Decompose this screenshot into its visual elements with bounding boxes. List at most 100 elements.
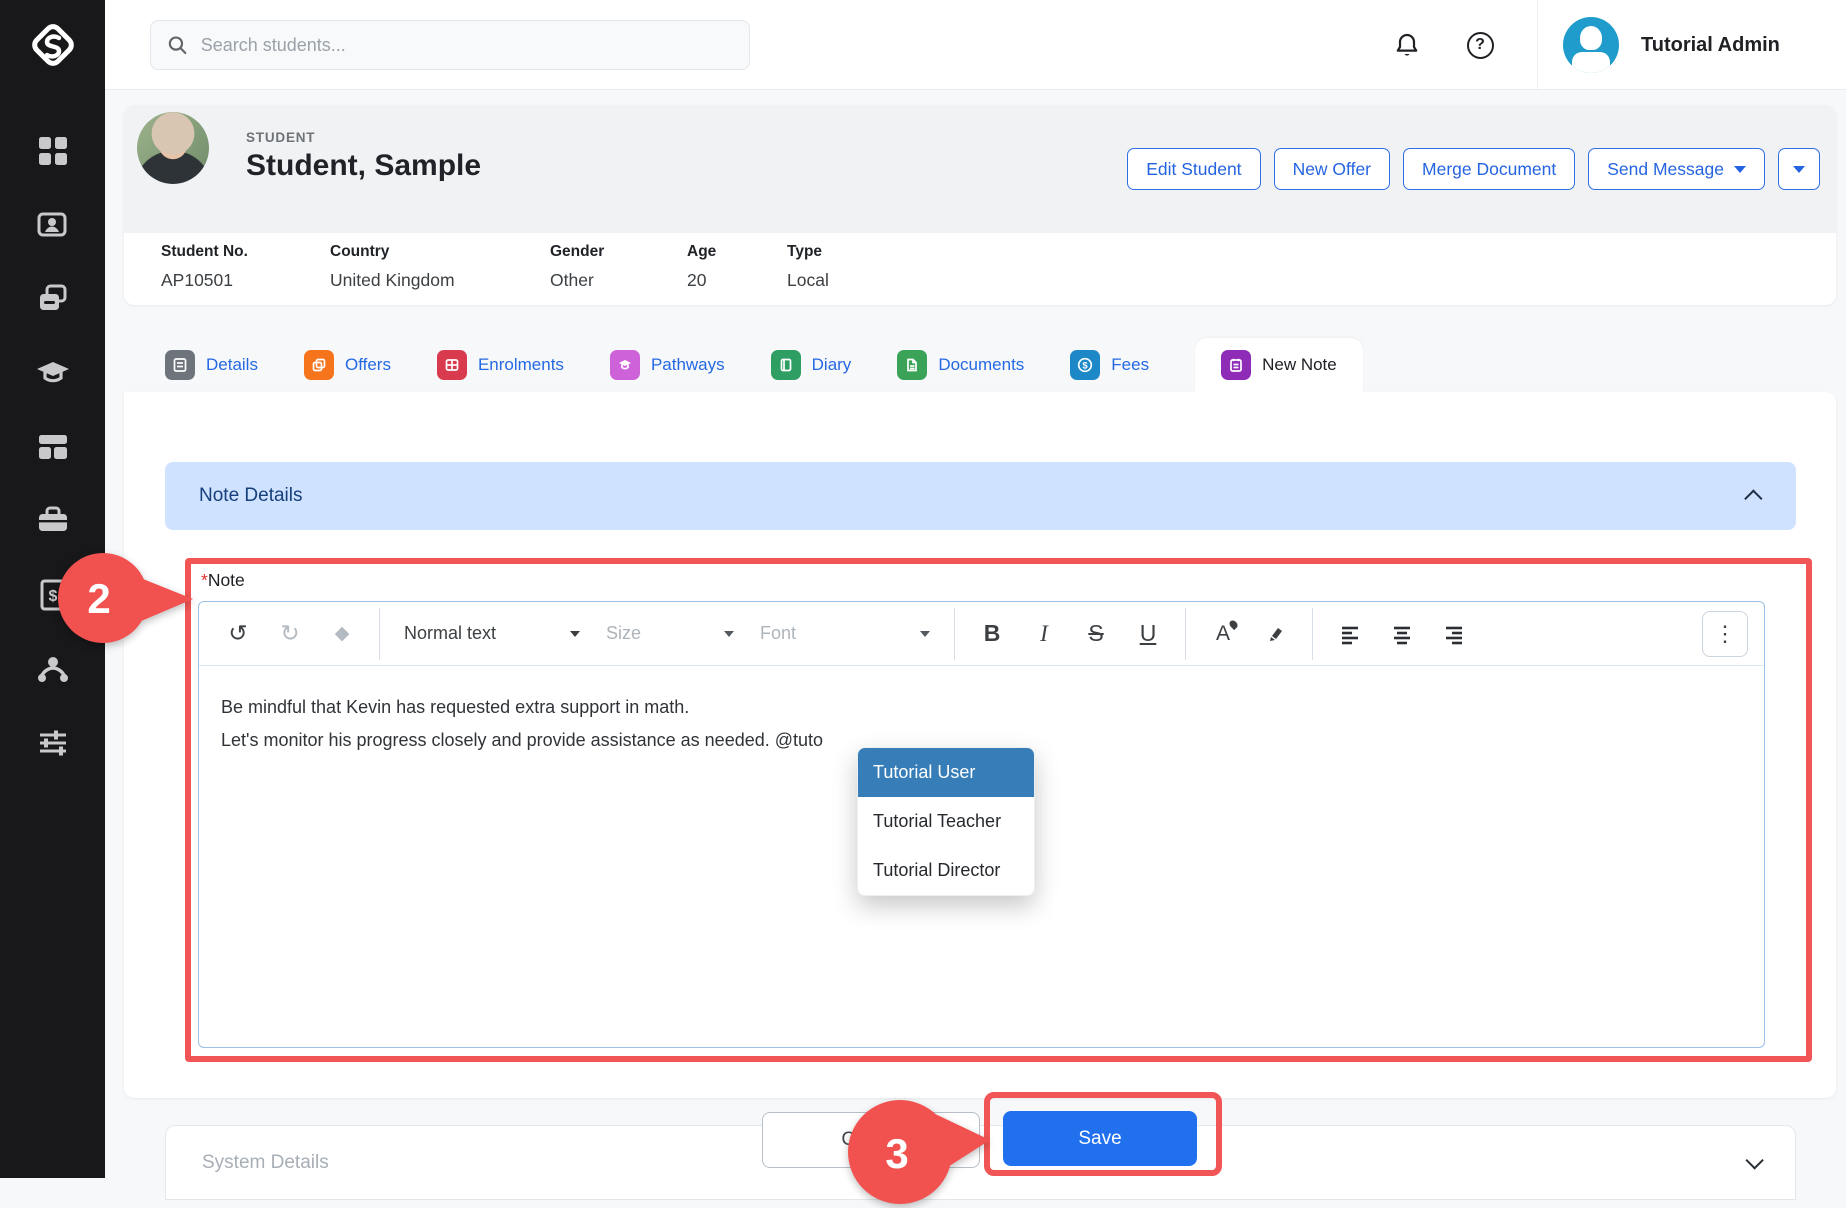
agents-network-icon	[33, 649, 73, 689]
mention-option-tutorial-director[interactable]: Tutorial Director	[858, 846, 1034, 895]
student-info-row: Student No. AP10501 Country United Kingd…	[124, 233, 1836, 305]
user-name: Tutorial Admin	[1641, 34, 1780, 57]
undo-button[interactable]: ↺	[215, 611, 261, 657]
underline-button[interactable]: U	[1125, 611, 1171, 657]
briefcase-icon	[34, 502, 72, 540]
help-button[interactable]: ?	[1463, 28, 1497, 62]
strikethrough-button[interactable]: S	[1073, 611, 1119, 657]
student-card-icon	[34, 206, 72, 244]
notifications-button[interactable]	[1390, 28, 1424, 62]
system-details-title: System Details	[202, 1152, 329, 1174]
note-field-label: *Note	[201, 570, 245, 591]
student-band: STUDENT Student, Sample Edit Student New…	[124, 105, 1836, 233]
sidebar-item-services[interactable]	[0, 484, 105, 558]
tab-label: Enrolments	[478, 355, 564, 375]
bold-button[interactable]: B	[969, 611, 1015, 657]
undo-icon: ↺	[228, 620, 247, 647]
align-center-icon	[1391, 623, 1413, 645]
search-input[interactable]	[201, 35, 733, 56]
edit-student-button[interactable]: Edit Student	[1127, 148, 1260, 190]
student-type-label: STUDENT	[246, 130, 315, 145]
tab-enrolments[interactable]: Enrolments	[437, 338, 564, 392]
send-message-button[interactable]: Send Message	[1588, 148, 1765, 190]
sidebar-item-courses[interactable]	[0, 336, 105, 410]
merge-document-button[interactable]: Merge Document	[1403, 148, 1575, 190]
align-center-button[interactable]	[1379, 611, 1425, 657]
chevron-down-icon	[920, 631, 930, 637]
tab-label: New Note	[1262, 355, 1337, 375]
fees-dollar-icon: $	[1070, 350, 1100, 380]
sidebar-item-boards[interactable]	[0, 410, 105, 484]
chevron-up-icon[interactable]	[1744, 489, 1762, 507]
pathways-cap-icon	[610, 350, 640, 380]
font-family-value: Font	[760, 623, 796, 644]
italic-button[interactable]: I	[1021, 611, 1067, 657]
mention-option-tutorial-user[interactable]: Tutorial User	[858, 748, 1034, 797]
mention-option-label: Tutorial User	[873, 762, 975, 783]
copy-pages-icon	[34, 280, 72, 318]
new-note-icon	[1221, 350, 1251, 380]
required-asterisk: *	[201, 570, 208, 590]
tab-pathways[interactable]: Pathways	[610, 338, 725, 392]
chevron-down-icon	[570, 631, 580, 637]
paragraph-style-select[interactable]: Normal text	[394, 611, 590, 657]
font-color-button[interactable]: A	[1200, 611, 1246, 657]
tab-details[interactable]: Details	[165, 338, 258, 392]
kebab-icon: ⋮	[1714, 621, 1736, 647]
mention-option-label: Tutorial Director	[873, 860, 1000, 881]
tab-new-note[interactable]: New Note	[1195, 338, 1363, 392]
align-left-button[interactable]	[1327, 611, 1373, 657]
redo-button[interactable]: ↻	[267, 611, 313, 657]
note-label-text: Note	[208, 570, 245, 590]
search-box[interactable]	[150, 20, 750, 70]
info-value: AP10501	[161, 270, 248, 291]
sidebar-item-invoices[interactable]: $	[0, 558, 105, 632]
sliders-icon	[34, 724, 72, 762]
info-label: Country	[330, 243, 455, 261]
new-offer-button[interactable]: New Offer	[1274, 148, 1390, 190]
student-header-card: STUDENT Student, Sample Edit Student New…	[124, 105, 1836, 305]
sidebar-item-dashboard[interactable]	[0, 114, 105, 188]
chevron-down-icon[interactable]	[1745, 1151, 1763, 1169]
system-details-header[interactable]: System Details	[165, 1125, 1796, 1200]
toolbar-more-button[interactable]: ⋮	[1702, 611, 1748, 657]
top-header: ? Tutorial Admin	[105, 0, 1846, 90]
toolbar-divider	[1312, 608, 1313, 660]
redo-icon: ↻	[280, 620, 299, 647]
header-divider	[1537, 0, 1538, 90]
info-value: United Kingdom	[330, 270, 455, 291]
tab-label: Documents	[938, 355, 1024, 375]
bold-icon: B	[984, 620, 1001, 647]
note-details-title: Note Details	[199, 485, 303, 507]
highlight-button[interactable]	[1252, 611, 1298, 657]
sidebar-item-students[interactable]	[0, 188, 105, 262]
clear-format-button[interactable]: ◆	[319, 611, 365, 657]
student-actions: Edit Student New Offer Merge Document Se…	[1127, 148, 1820, 190]
user-menu[interactable]: Tutorial Admin	[1563, 0, 1780, 90]
cancel-button[interactable]: Cancel	[762, 1112, 980, 1168]
dashboard-icon	[35, 133, 71, 169]
highlighter-icon	[1264, 623, 1286, 645]
sidebar-item-pages[interactable]	[0, 262, 105, 336]
align-right-button[interactable]	[1431, 611, 1477, 657]
font-size-value: Size	[606, 623, 641, 644]
info-field-student-no: Student No. AP10501	[161, 243, 248, 291]
tab-documents[interactable]: Documents	[897, 338, 1024, 392]
sidebar: $	[0, 0, 105, 1178]
mention-option-tutorial-teacher[interactable]: Tutorial Teacher	[858, 797, 1034, 846]
note-details-header[interactable]: Note Details	[165, 462, 1796, 530]
font-family-select[interactable]: Font	[750, 611, 940, 657]
layout-icon	[35, 429, 71, 465]
more-actions-button[interactable]	[1778, 148, 1820, 190]
app-logo[interactable]	[0, 0, 105, 90]
tab-fees[interactable]: $ Fees	[1070, 338, 1149, 392]
sidebar-item-agents[interactable]	[0, 632, 105, 706]
save-button[interactable]: Save	[1003, 1111, 1197, 1166]
tab-diary[interactable]: Diary	[771, 338, 852, 392]
tab-offers[interactable]: Offers	[304, 338, 391, 392]
sidebar-item-settings[interactable]	[0, 706, 105, 780]
note-line: Be mindful that Kevin has requested extr…	[221, 691, 1742, 724]
info-field-type: Type Local	[787, 243, 829, 291]
toolbar-divider	[1185, 608, 1186, 660]
font-size-select[interactable]: Size	[596, 611, 744, 657]
